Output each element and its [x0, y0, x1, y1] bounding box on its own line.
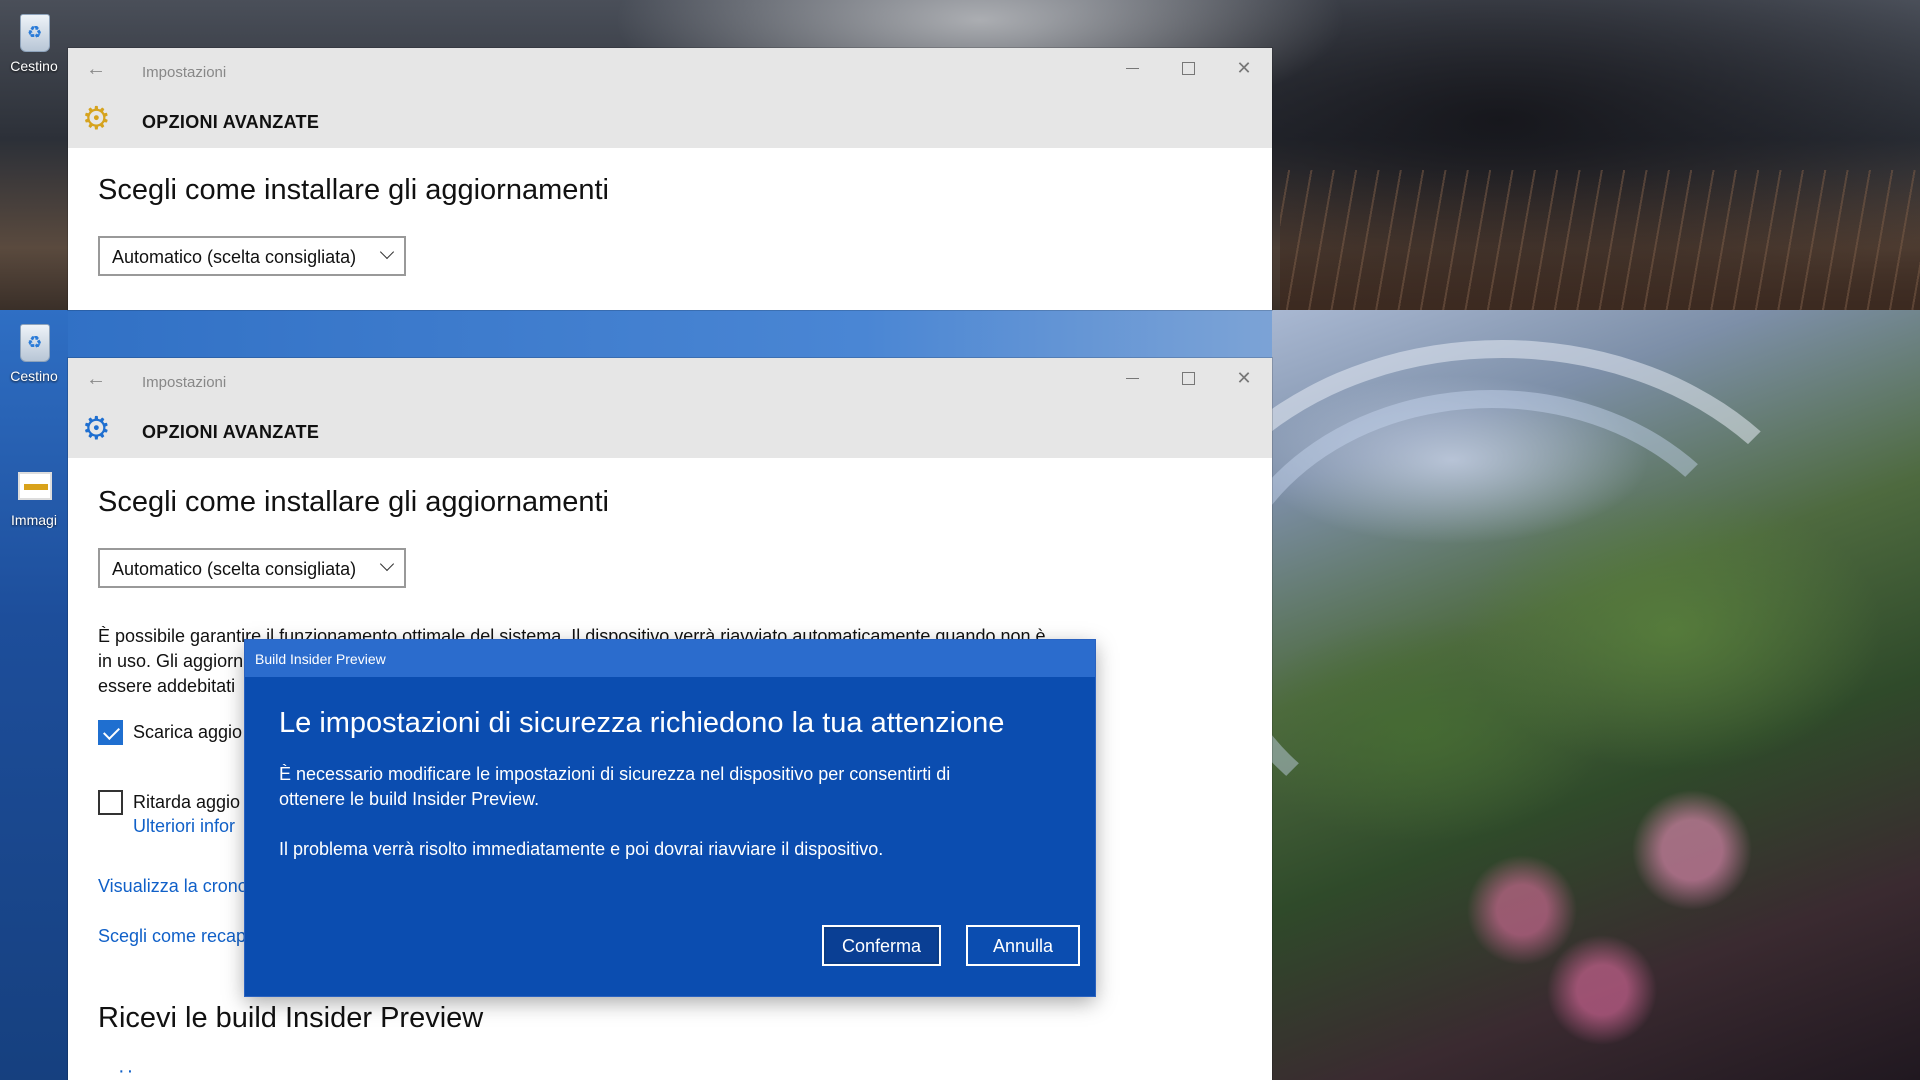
page-title: OPZIONI AVANZATE [142, 112, 320, 132]
download-updates-label[interactable]: Scarica aggio [133, 722, 242, 743]
minimize-icon[interactable] [1104, 358, 1160, 398]
delivery-options-link[interactable]: Scegli come recap [98, 926, 246, 947]
page-header: ⚙ OPZIONI AVANZATE [68, 406, 1272, 458]
window-controls: ✕ [1104, 48, 1272, 88]
loading-indicator: ·· [118, 1060, 136, 1080]
maximize-icon[interactable] [1160, 48, 1216, 88]
chevron-down-icon [379, 556, 395, 572]
desktop-wallpaper-left [0, 310, 68, 1080]
gear-icon: ⚙ [82, 100, 111, 136]
defer-updates-checkbox[interactable] [98, 790, 123, 815]
section-title: Scegli come installare gli aggiornamenti [98, 174, 609, 206]
desktop-icon-label: Cestino [10, 58, 58, 74]
settings-window-back: ← Impostazioni ✕ ⚙ OPZIONI AVANZATE Sceg… [68, 48, 1272, 310]
app-title: Impostazioni [142, 374, 227, 391]
dropdown-value: Automatico (scelta consigliata) [112, 559, 357, 579]
page-title: OPZIONI AVANZATE [142, 422, 320, 442]
dialog-paragraph-line: ottenere le build Insider Preview. [279, 789, 540, 809]
recycle-bin-icon [14, 318, 54, 364]
close-icon[interactable]: ✕ [1216, 358, 1272, 398]
defer-updates-label[interactable]: Ritarda aggio [133, 792, 240, 813]
page-header: ⚙ OPZIONI AVANZATE [68, 96, 1272, 148]
more-info-link[interactable]: Ulteriori infor [133, 816, 235, 837]
dialog-heading: Le impostazioni di sicurezza richiedono … [279, 707, 1005, 739]
update-history-link[interactable]: Visualizza la crono [98, 876, 248, 897]
desktop-icon-label: Immagi [11, 512, 57, 528]
back-arrow-icon[interactable]: ← [86, 368, 106, 391]
cancel-button[interactable]: Annulla [966, 925, 1080, 966]
insider-preview-dialog: Build Insider Preview Le impostazioni di… [245, 640, 1095, 996]
dialog-title-bar: Build Insider Preview [245, 640, 1095, 677]
recycle-bin-desktop-icon[interactable]: Cestino [0, 318, 68, 384]
dialog-paragraph: Il problema verrà risolto immediatamente… [279, 839, 884, 859]
dropdown-value: Automatico (scelta consigliata) [112, 247, 357, 267]
download-updates-checkbox[interactable] [98, 720, 123, 745]
wallpaper-curve [1212, 390, 1772, 850]
install-mode-dropdown[interactable]: Automatico (scelta consigliata) [98, 236, 406, 276]
gear-icon: ⚙ [82, 410, 111, 446]
app-title: Impostazioni [142, 64, 227, 81]
desktop-wallpaper-right [1152, 310, 1920, 1080]
minimize-icon[interactable] [1104, 48, 1160, 88]
title-bar: ← Impostazioni ✕ [68, 48, 1272, 96]
confirm-button[interactable]: Conferma [822, 925, 941, 966]
title-bar: ← Impostazioni ✕ [68, 358, 1272, 406]
dialog-paragraph: È necessario modificare le impostazioni … [279, 762, 1019, 812]
insider-section-title: Ricevi le build Insider Preview [98, 1002, 484, 1034]
recycle-bin-icon [14, 8, 54, 54]
image-file-icon [14, 462, 54, 508]
recycle-bin-desktop-icon[interactable]: Cestino [0, 8, 68, 74]
section-title: Scegli come installare gli aggiornamenti [98, 486, 609, 518]
maximize-icon[interactable] [1160, 358, 1216, 398]
dialog-paragraph-line: È necessario modificare le impostazioni … [279, 764, 951, 784]
close-icon[interactable]: ✕ [1216, 48, 1272, 88]
install-mode-dropdown[interactable]: Automatico (scelta consigliata) [98, 548, 406, 588]
images-desktop-icon[interactable]: Immagi [0, 462, 68, 528]
desktop-icon-label: Cestino [10, 368, 58, 384]
chevron-down-icon [379, 244, 395, 260]
back-arrow-icon[interactable]: ← [86, 58, 106, 81]
window-controls: ✕ [1104, 358, 1272, 398]
